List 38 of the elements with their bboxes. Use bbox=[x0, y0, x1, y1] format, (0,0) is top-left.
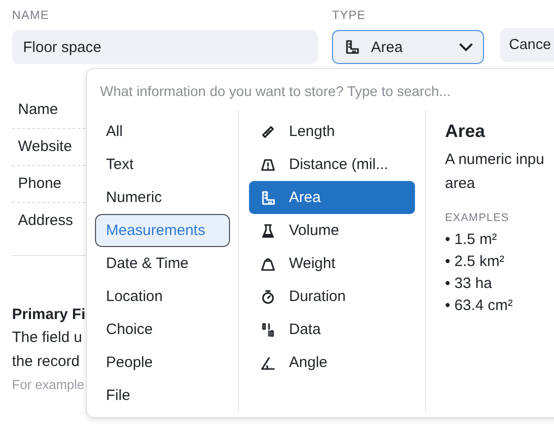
type-dropdown[interactable]: Area bbox=[332, 30, 484, 64]
type-item[interactable]: Duration bbox=[249, 280, 415, 313]
name-label: NAME bbox=[12, 8, 50, 22]
example-item: • 33 ha bbox=[445, 274, 492, 294]
category-item[interactable]: Location bbox=[95, 280, 230, 313]
example-item: • 1.5 m² bbox=[445, 230, 497, 250]
detail-description: A numeric inpu area bbox=[445, 150, 544, 194]
type-label: TYPE bbox=[332, 8, 367, 22]
type-item[interactable]: Data bbox=[249, 313, 415, 346]
category-item[interactable]: Date & Time bbox=[95, 247, 230, 280]
category-item[interactable]: People bbox=[95, 346, 230, 379]
category-item[interactable]: Numeric bbox=[95, 181, 230, 214]
section-description: The field u the record bbox=[12, 328, 82, 372]
cancel-button[interactable]: Cance bbox=[500, 28, 554, 62]
hint-text: For example bbox=[12, 377, 84, 392]
stopwatch-icon bbox=[259, 288, 277, 306]
name-field[interactable]: Floor space bbox=[12, 30, 318, 64]
flask-icon bbox=[259, 222, 277, 240]
type-item[interactable]: Length bbox=[249, 115, 415, 148]
type-item[interactable]: Volume bbox=[249, 214, 415, 247]
ruler-corner-icon bbox=[343, 38, 361, 56]
category-item[interactable]: All bbox=[95, 115, 230, 148]
examples-label: EXAMPLES bbox=[445, 212, 510, 224]
detail-title: Area bbox=[445, 121, 486, 142]
category-item[interactable]: Choice bbox=[95, 313, 230, 346]
category-item[interactable]: File bbox=[95, 379, 230, 412]
example-item: • 2.5 km² bbox=[445, 252, 504, 272]
chevron-down-icon bbox=[459, 42, 473, 52]
search-field[interactable]: What information do you want to store? Type to search... bbox=[100, 81, 520, 101]
type-item[interactable]: Weight bbox=[249, 247, 415, 280]
type-item[interactable]: Distance (mil... bbox=[249, 148, 415, 181]
type-item[interactable]: Angle bbox=[249, 346, 415, 379]
type-item[interactable]: Area bbox=[249, 181, 415, 214]
category-item[interactable]: Text bbox=[95, 148, 230, 181]
section-title: Primary Fi bbox=[12, 306, 86, 323]
ruler-corner-icon bbox=[259, 188, 277, 206]
category-item[interactable]: Measurements bbox=[95, 214, 230, 247]
example-item: • 63.4 cm² bbox=[445, 296, 513, 316]
